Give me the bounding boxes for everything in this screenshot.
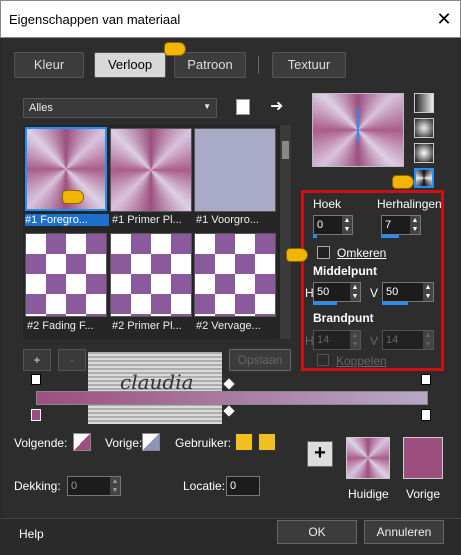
prev-label: Vorige:	[105, 436, 143, 450]
style-sunburst-icon[interactable]	[414, 143, 434, 163]
next-color-swatch[interactable]	[73, 433, 91, 451]
tab-patroon[interactable]: Patroon	[174, 52, 246, 78]
color-stop-left[interactable]	[31, 409, 41, 421]
remove-gradient-button[interactable]: -	[58, 349, 86, 371]
center-h-value: 50	[317, 286, 330, 298]
spinner-arrows-icon[interactable]: ▲ ▼	[110, 477, 120, 495]
center-h-slider[interactable]	[313, 302, 337, 305]
spinner-arrows-icon[interactable]: ▲ ▼	[350, 283, 360, 301]
location-field[interactable]: 0	[226, 476, 260, 496]
angle-field[interactable]: 0 ▲ ▼	[313, 215, 353, 235]
previous-label: Vorige	[406, 487, 441, 501]
focal-v-label: V	[370, 334, 379, 348]
opacity-value: 0	[71, 480, 78, 492]
link-label: Koppelen	[336, 354, 387, 368]
repeat-label: Herhalingen	[377, 197, 442, 211]
save-button[interactable]: Opslaan	[229, 349, 291, 371]
category-dropdown[interactable]: Alles ▼	[23, 98, 217, 118]
gallery-label-6: #2 Vervage...	[196, 320, 261, 332]
close-icon[interactable]: ✕	[432, 7, 456, 31]
center-v-field[interactable]: 50 ▲ ▼	[382, 282, 434, 302]
angle-handle[interactable]	[357, 108, 359, 142]
repeat-slider[interactable]	[381, 235, 399, 238]
gallery-thumb-6[interactable]	[194, 233, 276, 317]
focal-v-value: 14	[386, 334, 399, 346]
user-label: Gebruiker:	[175, 436, 232, 450]
tab-separator	[258, 56, 259, 74]
invert-checkbox[interactable]	[317, 246, 330, 259]
location-value: 0	[230, 480, 237, 492]
library-book-icon[interactable]	[236, 99, 250, 115]
gallery-label-4: #2 Fading F...	[27, 320, 94, 332]
spinner-arrows-icon[interactable]: ▲ ▼	[410, 216, 420, 234]
location-label: Locatie:	[183, 479, 226, 493]
previous-swatch[interactable]	[403, 437, 443, 479]
watermark-logo: claudia	[88, 352, 222, 424]
center-v-slider[interactable]	[382, 302, 408, 305]
gallery-thumb-2[interactable]	[110, 128, 192, 212]
arrow-right-icon[interactable]: ➜	[270, 96, 283, 116]
current-label: Huidige	[348, 487, 389, 501]
color-stop-right[interactable]	[421, 409, 431, 421]
gallery-label-3: #1 Voorgro...	[196, 214, 259, 226]
style-rectangular-icon[interactable]	[414, 118, 434, 138]
transparency-marker-left[interactable]	[31, 374, 41, 385]
gallery-scrollbar[interactable]	[279, 125, 291, 339]
window-title: Eigenschappen van materiaal	[9, 12, 181, 27]
tab-textuur[interactable]: Textuur	[272, 52, 346, 78]
help-button[interactable]: Help	[19, 527, 44, 541]
style-radial-icon[interactable]	[414, 168, 434, 188]
center-h-field[interactable]: 50 ▲ ▼	[313, 282, 361, 302]
gallery-label-2: #1 Primer Pl...	[112, 214, 182, 226]
gallery-thumb-4[interactable]	[25, 233, 107, 317]
focal-h-field[interactable]: 14 ▲ ▼	[313, 330, 361, 350]
current-swatch[interactable]	[346, 437, 390, 479]
add-to-swatches-button[interactable]: +	[307, 441, 333, 467]
gallery-label-5: #2 Primer Pl...	[112, 320, 182, 332]
ok-button[interactable]: OK	[277, 520, 357, 544]
spinner-arrows-icon[interactable]: ▲ ▼	[423, 283, 433, 301]
tab-verloop[interactable]: Verloop	[94, 52, 166, 78]
user-color-swatch-2[interactable]	[258, 433, 276, 451]
repeat-value: 7	[385, 219, 392, 231]
tab-kleur[interactable]: Kleur	[14, 52, 84, 78]
spinner-arrows-icon[interactable]: ▲ ▼	[342, 216, 352, 234]
center-v-label: V	[370, 286, 379, 300]
chevron-down-icon: ▼	[203, 102, 211, 111]
gradient-bar[interactable]	[36, 391, 428, 405]
user-color-swatch-1[interactable]	[235, 433, 253, 451]
angle-value: 0	[317, 219, 324, 231]
center-v-value: 50	[386, 286, 399, 298]
prev-color-swatch[interactable]	[142, 433, 160, 451]
spinner-arrows-icon[interactable]: ▲ ▼	[350, 331, 360, 349]
gallery-label-1: #1 Foregro...	[25, 214, 109, 226]
opacity-field[interactable]: 0 ▲ ▼	[67, 476, 121, 496]
spinner-arrows-icon[interactable]: ▲ ▼	[423, 331, 433, 349]
focal-h-value: 14	[317, 334, 330, 346]
focal-label: Brandpunt	[313, 311, 374, 325]
invert-label: Omkeren	[337, 246, 387, 260]
angle-label: Hoek	[313, 197, 342, 211]
pointer-hand-icon	[286, 248, 308, 262]
transparency-marker-right[interactable]	[421, 374, 431, 385]
angle-slider[interactable]	[313, 235, 317, 238]
focal-v-field[interactable]: 14 ▲ ▼	[382, 330, 434, 350]
title-bar: Eigenschappen van materiaal ✕	[0, 0, 461, 38]
repeat-field[interactable]: 7 ▲ ▼	[381, 215, 421, 235]
scrollbar-thumb[interactable]	[282, 141, 289, 159]
pointer-hand-icon	[164, 42, 186, 56]
pointer-hand-icon	[62, 190, 84, 204]
next-label: Volgende:	[14, 436, 68, 450]
cancel-button[interactable]: Annuleren	[364, 520, 444, 544]
style-linear-icon[interactable]	[414, 93, 434, 113]
pointer-hand-icon	[392, 175, 414, 189]
add-gradient-button[interactable]: +	[23, 349, 51, 371]
gradient-preview[interactable]	[312, 93, 404, 167]
center-label: Middelpunt	[313, 264, 377, 278]
category-value: Alles	[29, 102, 53, 114]
gallery-thumb-3[interactable]	[194, 128, 276, 212]
opacity-label: Dekking:	[14, 479, 61, 493]
gallery-thumb-5[interactable]	[110, 233, 192, 317]
link-checkbox[interactable]	[317, 354, 329, 366]
